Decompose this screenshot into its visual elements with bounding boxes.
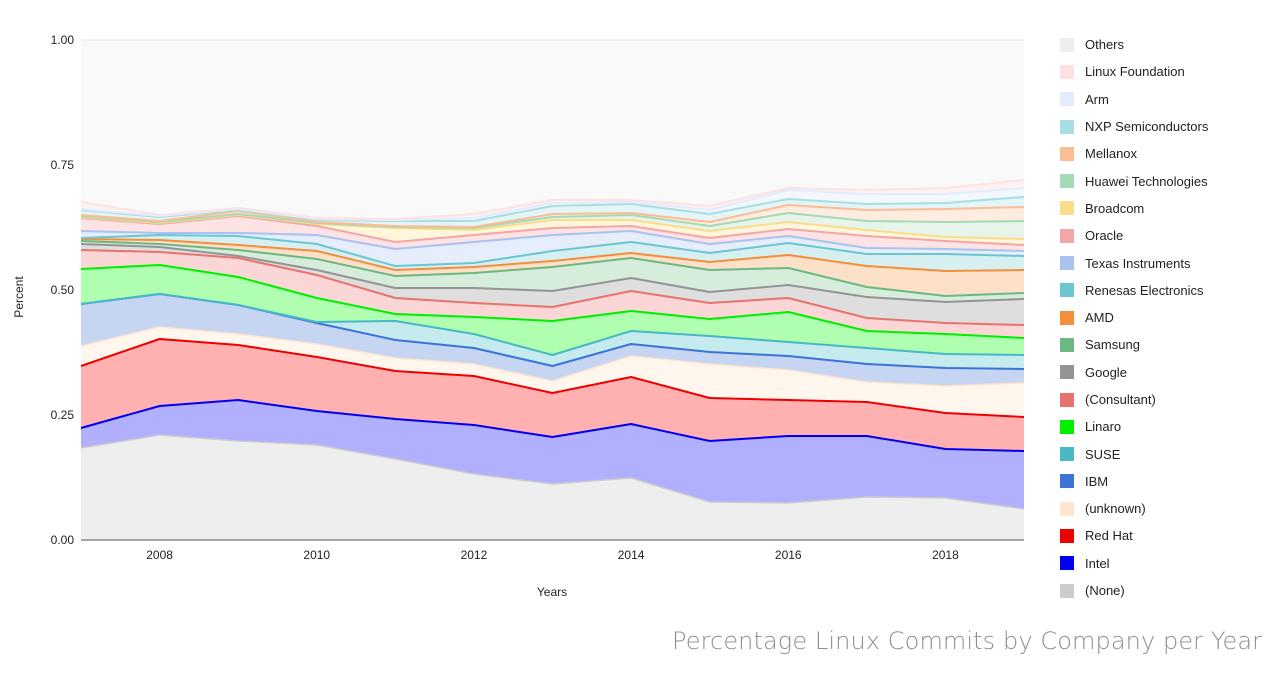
x-tick-label: 2012	[461, 548, 488, 562]
legend-label: Intel	[1085, 555, 1110, 571]
legend-swatch	[1060, 283, 1074, 298]
legend-label: Huawei Technologies	[1085, 173, 1208, 189]
legend-item-oracle[interactable]: Oracle	[1060, 222, 1265, 249]
legend-label: (unknown)	[1085, 501, 1146, 517]
legend-swatch	[1060, 474, 1074, 489]
legend-item-linux-foundation[interactable]: Linux Foundation	[1060, 58, 1265, 85]
legend-swatch	[1060, 256, 1074, 271]
legend-swatch	[1060, 583, 1074, 598]
legend-swatch	[1060, 201, 1074, 216]
y-tick-label: 0.25	[51, 408, 75, 422]
legend-item-broadcom[interactable]: Broadcom	[1060, 195, 1265, 222]
legend-label: Texas Instruments	[1085, 255, 1191, 271]
legend-item-huawei-technologies[interactable]: Huawei Technologies	[1060, 167, 1265, 194]
legend-label: Arm	[1085, 91, 1109, 107]
legend-swatch	[1060, 37, 1074, 52]
legend-swatch	[1060, 556, 1074, 571]
legend-swatch	[1060, 174, 1074, 189]
legend-label: Renesas Electronics	[1085, 282, 1204, 298]
legend-swatch	[1060, 419, 1074, 434]
legend-label: (Consultant)	[1085, 392, 1156, 407]
legend-item-intel[interactable]: Intel	[1060, 550, 1265, 577]
legend-item-linaro[interactable]: Linaro	[1060, 413, 1265, 440]
x-tick-labels: 2008 2010 2012 2014 2016 2018	[146, 548, 959, 562]
legend-label: SUSE	[1085, 446, 1121, 462]
legend-swatch	[1060, 119, 1074, 134]
legend-swatch	[1060, 501, 1074, 516]
x-tick-label: 2010	[303, 548, 330, 562]
legend-label: IBM	[1085, 473, 1109, 489]
legend-item-arm[interactable]: Arm	[1060, 86, 1265, 113]
legend-label: Oracle	[1085, 228, 1124, 244]
legend-item-amd[interactable]: AMD	[1060, 304, 1265, 331]
legend-swatch	[1060, 64, 1074, 79]
legend-item-mellanox[interactable]: Mellanox	[1060, 140, 1265, 167]
legend-swatch	[1060, 92, 1074, 107]
legend-label: Others	[1085, 37, 1125, 53]
legend-label: Linux Foundation	[1085, 64, 1185, 80]
legend-item-texas-instruments[interactable]: Texas Instruments	[1060, 249, 1265, 276]
legend-item-ibm[interactable]: IBM	[1060, 468, 1265, 495]
legend-swatch	[1060, 146, 1074, 161]
legend-label: Linaro	[1085, 419, 1122, 435]
y-tick-label: 0.75	[51, 158, 75, 172]
legend-swatch	[1060, 310, 1074, 325]
x-tick-label: 2016	[775, 548, 802, 562]
legend-item-unknown[interactable]: (unknown)	[1060, 495, 1265, 522]
legend-item-none[interactable]: (None)	[1060, 577, 1265, 604]
x-axis-title: Years	[537, 585, 567, 599]
legend-label: Red Hat	[1085, 528, 1133, 544]
x-tick-label: 2008	[146, 548, 173, 562]
x-tick-label: 2018	[932, 548, 959, 562]
legend-item-nxp-semiconductors[interactable]: NXP Semiconductors	[1060, 113, 1265, 140]
legend-swatch	[1060, 337, 1074, 352]
legend-label: Samsung	[1085, 337, 1140, 353]
legend-item-suse[interactable]: SUSE	[1060, 440, 1265, 467]
legend-item-google[interactable]: Google	[1060, 359, 1265, 386]
y-tick-labels: 0.00 0.25 0.50 0.75 1.00	[51, 33, 75, 547]
legend-label: NXP Semiconductors	[1085, 119, 1209, 135]
x-tick-label: 2014	[618, 548, 645, 562]
chart-caption: Percentage Linux Commits by Company per …	[672, 627, 1263, 655]
y-tick-label: 1.00	[51, 33, 75, 47]
legend-item-samsung[interactable]: Samsung	[1060, 331, 1265, 358]
legend-label: (None)	[1085, 583, 1125, 599]
y-tick-label: 0.00	[51, 533, 75, 547]
legend-label: Google	[1085, 364, 1127, 380]
legend-item-red-hat[interactable]: Red Hat	[1060, 522, 1265, 549]
legend-item-renesas-electronics[interactable]: Renesas Electronics	[1060, 277, 1265, 304]
legend-item-consultant[interactable]: (Consultant)	[1060, 386, 1265, 413]
legend-label: AMD	[1085, 310, 1114, 326]
y-axis-title: Percent	[12, 276, 26, 318]
legend-label: Mellanox	[1085, 146, 1138, 162]
y-tick-label: 0.50	[51, 283, 75, 297]
legend-swatch	[1060, 447, 1074, 462]
legend-swatch	[1060, 392, 1074, 407]
legend-label: Broadcom	[1085, 200, 1145, 216]
legend: Others Linux Foundation Arm NXP Semiconduct…	[1060, 31, 1265, 604]
legend-item-others[interactable]: Others	[1060, 31, 1265, 58]
legend-swatch	[1060, 228, 1074, 243]
legend-swatch	[1060, 528, 1074, 543]
legend-swatch	[1060, 365, 1074, 380]
